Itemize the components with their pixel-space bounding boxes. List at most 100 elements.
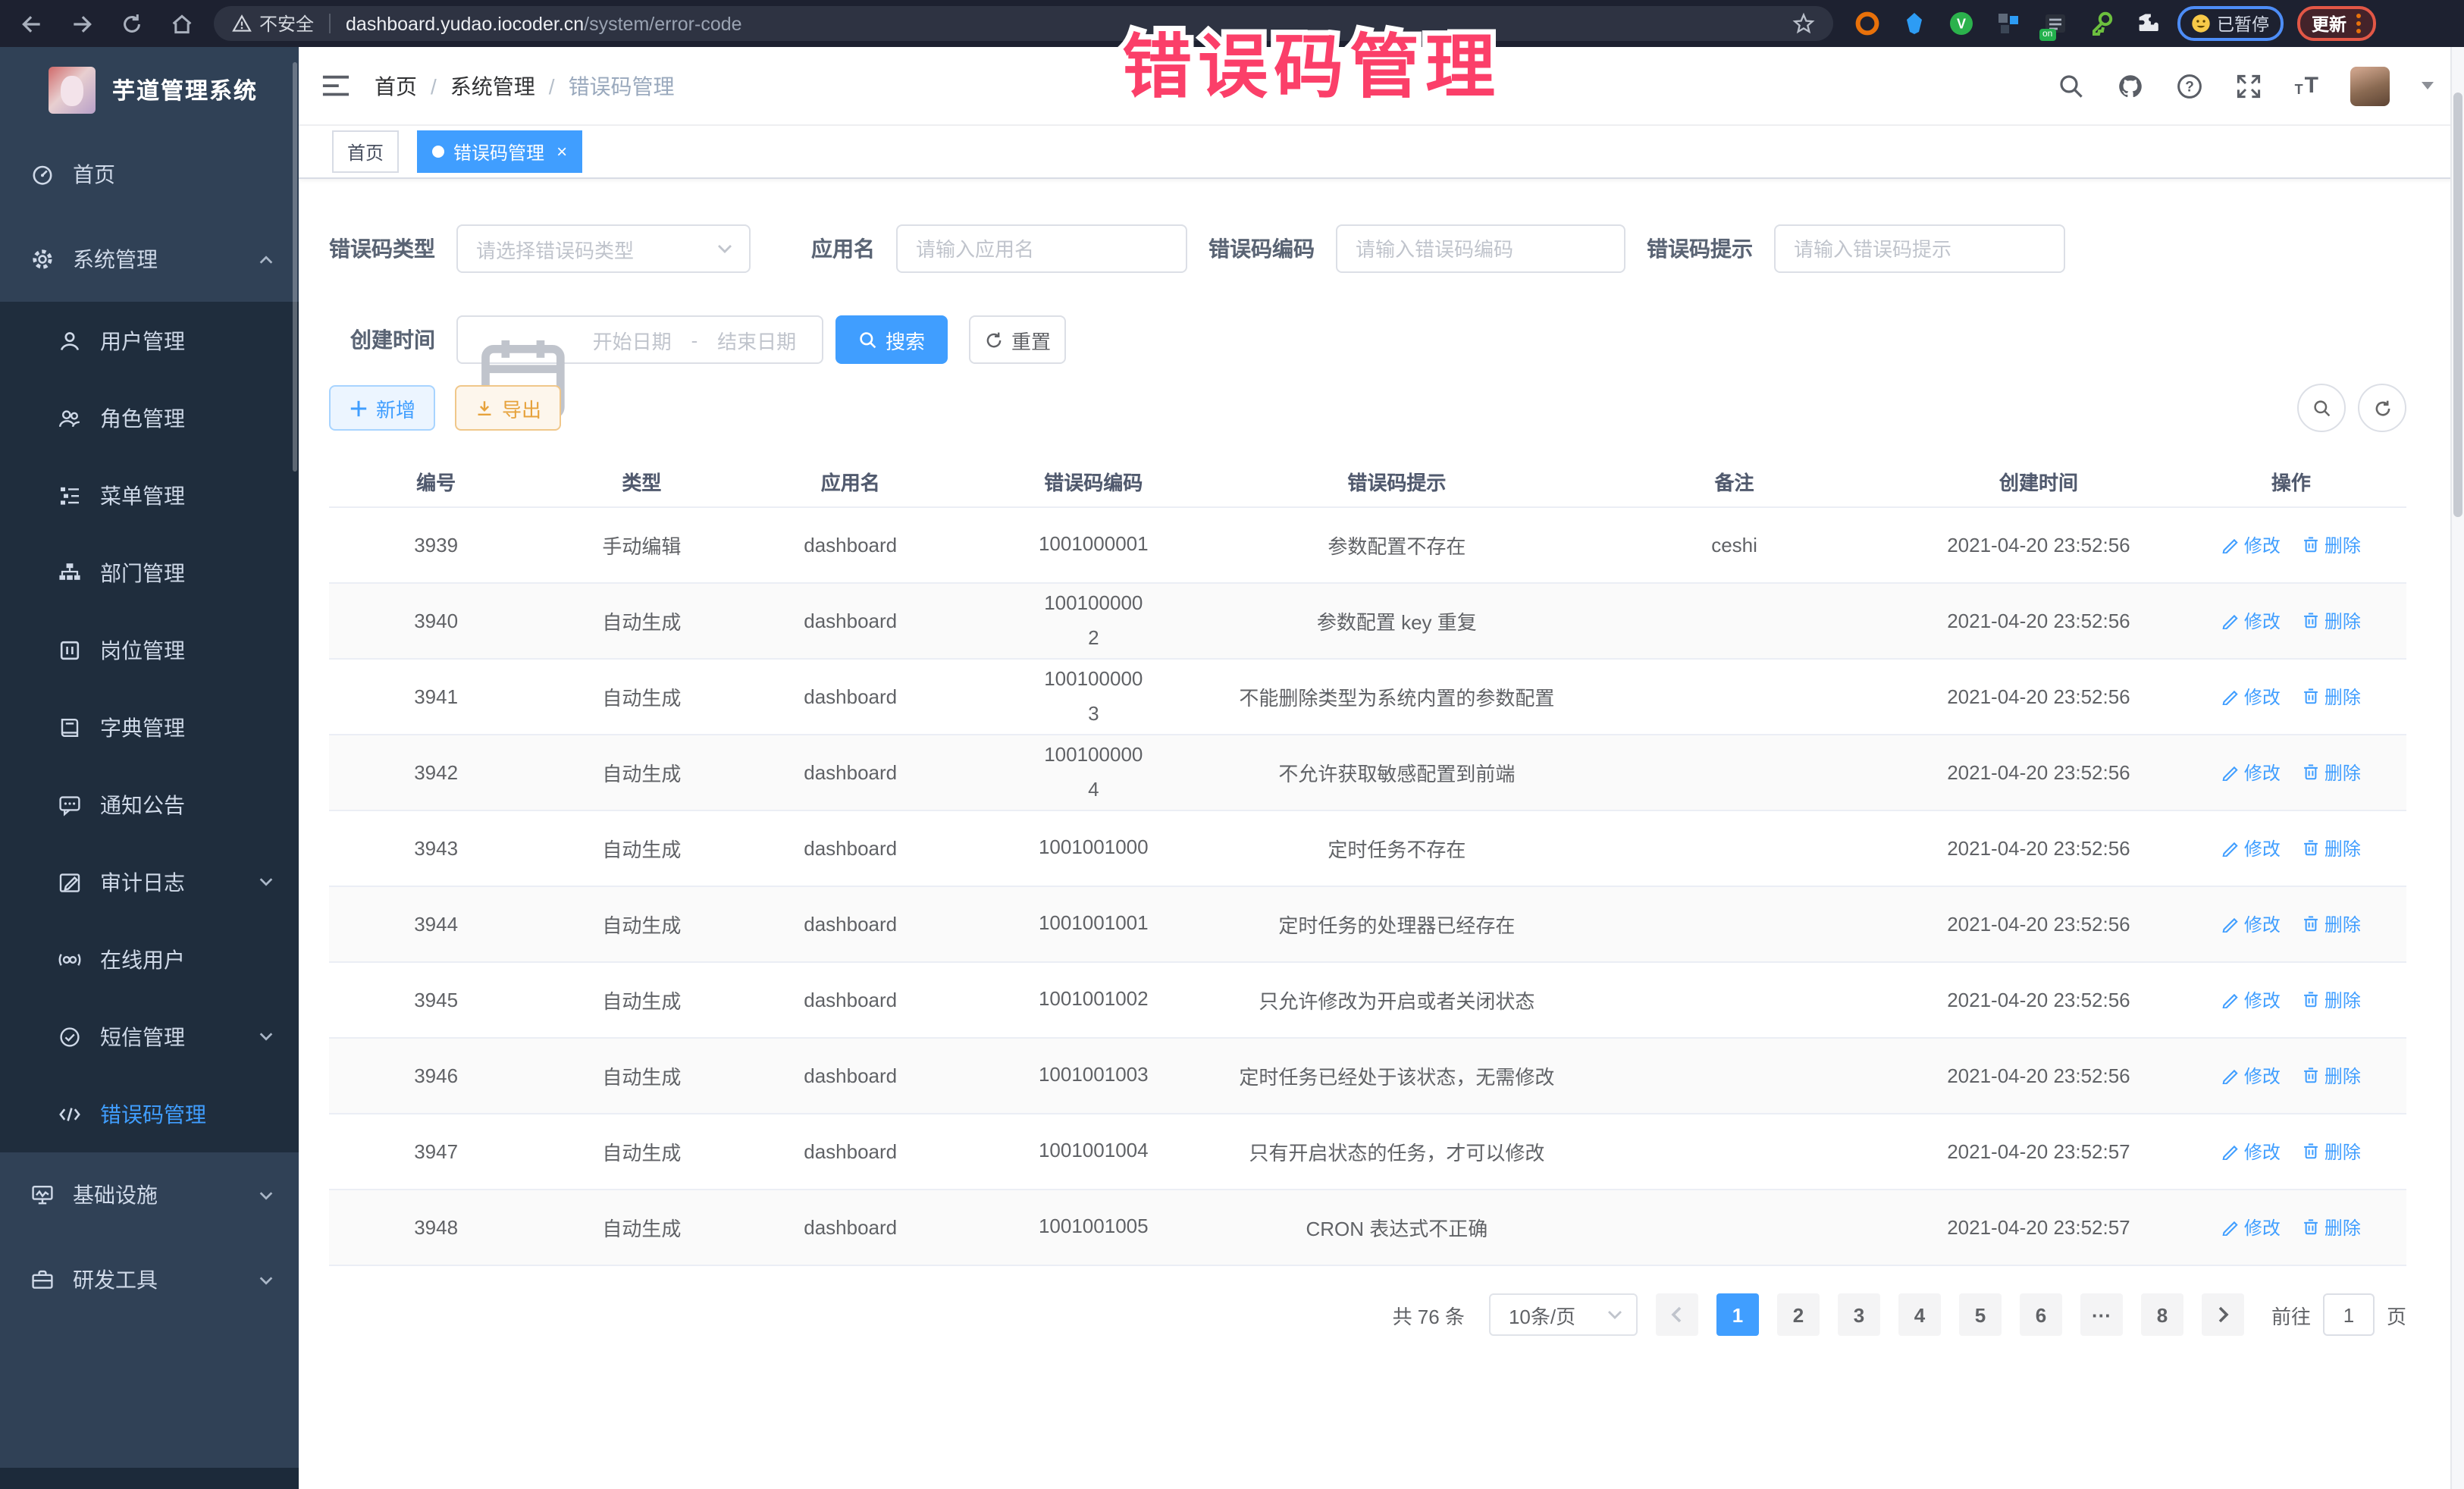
edit-link[interactable]: 修改 — [2221, 911, 2281, 937]
goto-page-input[interactable] — [2323, 1293, 2375, 1336]
edit-link[interactable]: 修改 — [2221, 760, 2281, 785]
edit-link[interactable]: 修改 — [2221, 987, 2281, 1013]
page-button-4[interactable]: 4 — [1898, 1293, 1941, 1336]
delete-link[interactable]: 删除 — [2302, 1063, 2361, 1089]
next-page-button[interactable] — [2202, 1293, 2244, 1336]
bookmark-star-icon[interactable] — [1792, 12, 1815, 35]
delete-link[interactable]: 删除 — [2302, 911, 2361, 937]
row-actions: 修改删除 — [2176, 583, 2406, 659]
extension-key-icon[interactable] — [2089, 11, 2115, 36]
github-icon[interactable] — [2118, 72, 2145, 99]
delete-link[interactable]: 删除 — [2302, 1139, 2361, 1165]
sidebar-item-dev-tools[interactable]: 研发工具 — [0, 1237, 299, 1322]
sidebar-item-role[interactable]: 角色管理 — [0, 379, 299, 456]
sidebar-item-audit-log[interactable]: 审计日志 — [0, 843, 299, 920]
filter-row-2: 创建时间 开始日期 - 结束日期 搜索 重置 — [329, 315, 2406, 364]
sidebar-item-menu[interactable]: 菜单管理 — [0, 456, 299, 534]
extension-grid-icon[interactable] — [1995, 11, 2021, 36]
page-button-8[interactable]: 8 — [2141, 1293, 2183, 1336]
browser-menu-dots-icon[interactable] — [2356, 14, 2360, 33]
table-row: 3945自动生成dashboard1001001002只允许修改为开启或者关闭状… — [329, 962, 2406, 1038]
page-scrollbar-thumb[interactable] — [2453, 92, 2462, 517]
edit-link[interactable]: 修改 — [2221, 835, 2281, 861]
delete-link[interactable]: 删除 — [2302, 760, 2361, 785]
app-name-input[interactable] — [896, 224, 1187, 273]
hamburger-icon[interactable] — [321, 73, 350, 99]
tools-icon — [30, 1268, 55, 1292]
sidebar-item-home[interactable]: 首页 — [0, 132, 299, 217]
edit-link[interactable]: 修改 — [2221, 1063, 2281, 1089]
edit-link[interactable]: 修改 — [2221, 684, 2281, 710]
edit-link[interactable]: 修改 — [2221, 1139, 2281, 1165]
toggle-search-button[interactable] — [2297, 384, 2346, 432]
page-ellipsis[interactable]: ··· — [2080, 1293, 2123, 1336]
sidebar-item-dept[interactable]: 部门管理 — [0, 534, 299, 611]
browser-back-icon[interactable] — [20, 11, 44, 36]
extension-green-v-icon[interactable]: V — [1948, 11, 1974, 36]
page-scrollbar[interactable] — [2450, 47, 2464, 1489]
extension-blue-drop-icon[interactable] — [1901, 11, 1927, 36]
delete-link[interactable]: 删除 — [2302, 1215, 2361, 1240]
tab-错误码管理[interactable]: 错误码管理× — [417, 130, 582, 173]
address-bar[interactable]: 不安全 dashboard.yudao.iocoder.cn/system/er… — [214, 6, 1833, 41]
edit-link-label: 修改 — [2244, 1063, 2281, 1089]
page-button-6[interactable]: 6 — [2020, 1293, 2062, 1336]
delete-link[interactable]: 删除 — [2302, 532, 2361, 558]
page-button-1[interactable]: 1 — [1716, 1293, 1759, 1336]
row-message: 只允许修改为开启或者关闭状态 — [1227, 962, 1567, 1038]
prev-page-button[interactable] — [1656, 1293, 1698, 1336]
avatar-caret-icon[interactable] — [2422, 82, 2434, 89]
sidebar-item-system[interactable]: 系统管理 — [0, 217, 299, 302]
browser-update-button[interactable]: 更新 — [2296, 6, 2375, 41]
sidebar-item-error-code[interactable]: 错误码管理 — [0, 1075, 299, 1152]
tab-首页[interactable]: 首页 — [332, 130, 399, 173]
help-icon[interactable]: ? — [2177, 72, 2204, 99]
breadcrumb-item[interactable]: 首页 — [375, 71, 417, 101]
breadcrumb-item[interactable]: 系统管理 — [450, 71, 535, 101]
user-avatar[interactable] — [2350, 66, 2390, 105]
delete-link[interactable]: 删除 — [2302, 835, 2361, 861]
browser-home-icon[interactable] — [170, 11, 194, 36]
search-button[interactable]: 搜索 — [835, 315, 948, 364]
table-header-row: 编号类型应用名错误码编码错误码提示备注创建时间操作 — [329, 455, 2406, 507]
edit-link[interactable]: 修改 — [2221, 532, 2281, 558]
edit-link[interactable]: 修改 — [2221, 608, 2281, 634]
delete-link[interactable]: 删除 — [2302, 987, 2361, 1013]
fullscreen-icon[interactable] — [2236, 72, 2263, 99]
browser-reload-icon[interactable] — [120, 11, 144, 36]
search-icon[interactable] — [2058, 72, 2086, 99]
security-warning[interactable]: 不安全 — [232, 11, 314, 36]
sidebar-item-notice[interactable]: 通知公告 — [0, 766, 299, 843]
page-button-3[interactable]: 3 — [1838, 1293, 1880, 1336]
tab-close-icon[interactable]: × — [556, 143, 567, 161]
error-type-select[interactable]: 请选择错误码类型 — [456, 224, 751, 273]
sidebar-item-user[interactable]: 用户管理 — [0, 302, 299, 379]
delete-link[interactable]: 删除 — [2302, 608, 2361, 634]
browser-forward-icon[interactable] — [70, 11, 94, 36]
extension-list-icon[interactable]: on — [2042, 11, 2068, 36]
error-msg-input[interactable] — [1774, 224, 2065, 273]
page-button-5[interactable]: 5 — [1959, 1293, 2002, 1336]
refresh-table-button[interactable] — [2358, 384, 2406, 432]
extension-puzzle-icon[interactable] — [2136, 11, 2162, 36]
profile-paused-pill[interactable]: 已暂停 — [2177, 6, 2283, 41]
sidebar-scrollbar[interactable] — [293, 62, 297, 472]
sidebar-item-sms[interactable]: 短信管理 — [0, 998, 299, 1075]
font-size-icon[interactable]: TT — [2295, 74, 2318, 97]
page-button-2[interactable]: 2 — [1777, 1293, 1820, 1336]
row-message: 只有开启状态的任务，才可以修改 — [1227, 1114, 1567, 1190]
date-range-picker[interactable]: 开始日期 - 结束日期 — [456, 315, 823, 364]
sidebar-item-online-user[interactable]: 在线用户 — [0, 920, 299, 998]
error-code-input[interactable] — [1336, 224, 1625, 273]
edit-link[interactable]: 修改 — [2221, 1215, 2281, 1240]
sidebar-logo-row[interactable]: 芋道管理系统 — [0, 47, 299, 132]
page-size-select[interactable]: 10条/页 — [1489, 1293, 1638, 1336]
add-button[interactable]: 新增 — [329, 385, 435, 431]
sidebar-item-dict[interactable]: 字典管理 — [0, 688, 299, 766]
sidebar-item-infra[interactable]: 基础设施 — [0, 1152, 299, 1237]
sidebar-item-post[interactable]: 岗位管理 — [0, 611, 299, 688]
extension-orange-icon[interactable] — [1854, 11, 1880, 36]
reset-button[interactable]: 重置 — [969, 315, 1066, 364]
export-button[interactable]: 导出 — [455, 385, 561, 431]
delete-link[interactable]: 删除 — [2302, 684, 2361, 710]
